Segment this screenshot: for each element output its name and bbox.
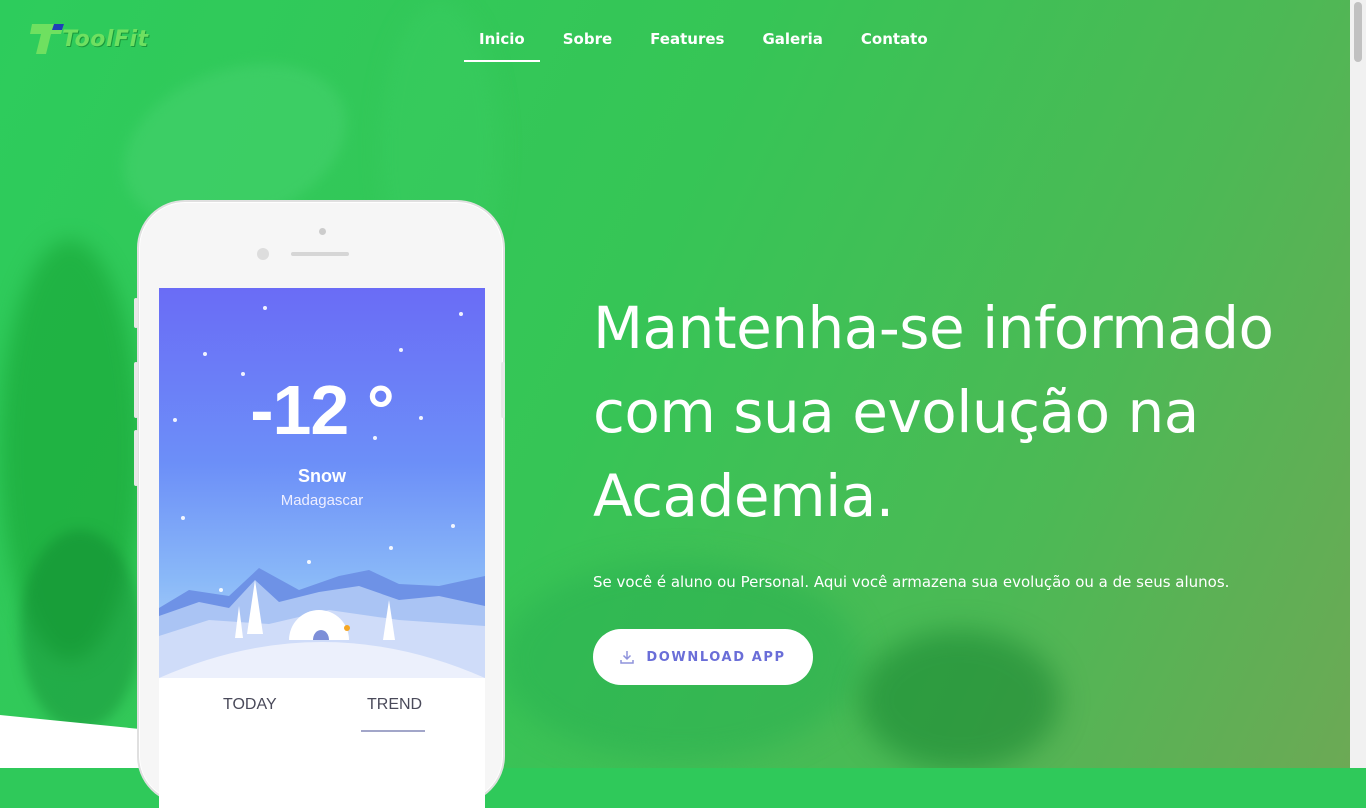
background-object <box>860 630 1060 768</box>
tab-trend[interactable]: TREND <box>367 696 422 714</box>
tab-trend-underline <box>361 730 425 732</box>
phone-sensor <box>257 248 269 260</box>
brand-name: ToolFit <box>62 26 149 52</box>
phone-speaker <box>291 252 349 256</box>
weather-card: -12 ° Snow Madagascar <box>159 288 485 678</box>
scrollbar-thumb[interactable] <box>1354 2 1362 62</box>
logo-mark-icon <box>30 24 64 54</box>
phone-tabs: TODAY TREND <box>159 696 485 736</box>
phone-power-button <box>501 362 505 418</box>
phone-screen: -12 ° Snow Madagascar TODAY TREND <box>159 288 485 808</box>
nav-item-inicio[interactable]: Inicio <box>460 0 544 70</box>
brand-logo[interactable]: ToolFit <box>30 22 149 56</box>
phone-side-button <box>134 298 138 328</box>
section-divider <box>0 715 150 768</box>
download-app-button[interactable]: DOWNLOAD APP <box>593 629 813 685</box>
snow-landscape-illustration <box>159 568 485 678</box>
background-vase <box>20 530 140 730</box>
phone-volume-up <box>134 362 138 418</box>
main-nav: Inicio Sobre Features Galeria Contato <box>460 0 947 70</box>
page-scrollbar[interactable] <box>1350 0 1366 768</box>
temperature-reading: -12 ° <box>250 371 395 449</box>
phone-camera <box>319 228 326 235</box>
hero-subtitle: Se você é aluno ou Personal. Aqui você a… <box>593 573 1230 591</box>
nav-item-galeria[interactable]: Galeria <box>743 0 841 70</box>
tab-today[interactable]: TODAY <box>223 696 277 714</box>
nav-item-contato[interactable]: Contato <box>842 0 947 70</box>
download-icon <box>620 651 635 664</box>
hero-headline: Mantenha-se informado com sua evolução n… <box>593 294 1274 530</box>
download-app-label: DOWNLOAD APP <box>646 649 786 665</box>
nav-item-features[interactable]: Features <box>631 0 743 70</box>
phone-volume-down <box>134 430 138 486</box>
weather-condition: Snow <box>298 466 346 486</box>
weather-location: Madagascar <box>280 492 364 509</box>
phone-mockup: -12 ° Snow Madagascar TODAY TREND <box>134 200 505 808</box>
nav-item-sobre[interactable]: Sobre <box>544 0 631 70</box>
